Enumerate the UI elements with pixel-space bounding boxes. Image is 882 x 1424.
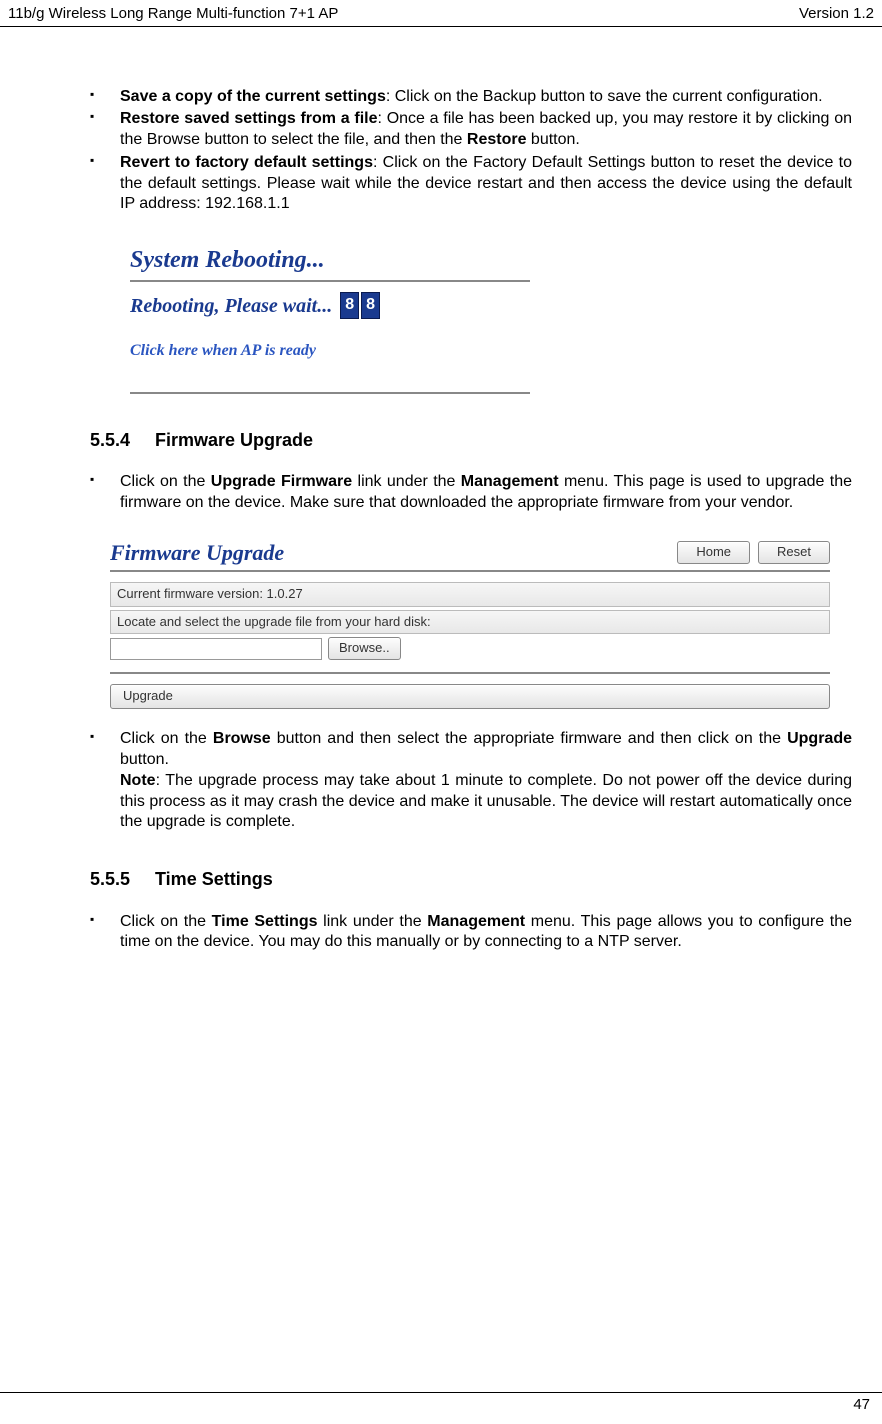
divider xyxy=(110,570,830,572)
upgrade-row: Upgrade xyxy=(110,684,830,709)
section-heading-555: 5.5.5 Time Settings xyxy=(90,868,852,891)
reboot-wait-text: Rebooting, Please wait... xyxy=(130,293,332,319)
bold-text: Upgrade Firmware xyxy=(211,473,352,490)
browse-button[interactable]: Browse.. xyxy=(328,637,401,660)
list-item: Restore saved settings from a file: Once… xyxy=(90,109,852,151)
reset-button[interactable]: Reset xyxy=(758,541,830,564)
bold-text: Restore saved settings from a file xyxy=(120,110,378,127)
header-left: 11b/g Wireless Long Range Multi-function… xyxy=(8,4,338,24)
section-title: Time Settings xyxy=(155,869,273,889)
list-item: Click on the Time Settings link under th… xyxy=(90,912,852,954)
bold-text: Time Settings xyxy=(212,913,318,930)
divider xyxy=(130,280,530,282)
reboot-title: System Rebooting... xyxy=(130,245,530,276)
section-heading-554: 5.5.4 Firmware Upgrade xyxy=(90,429,852,452)
countdown-icon: 8 8 xyxy=(338,292,380,319)
header-right: Version 1.2 xyxy=(799,4,874,24)
body-text: Click on the xyxy=(120,913,212,930)
body-text: Click on the xyxy=(120,730,213,747)
section-title: Firmware Upgrade xyxy=(155,430,313,450)
bold-text: Browse xyxy=(213,730,271,747)
list-item: Revert to factory default settings: Clic… xyxy=(90,153,852,215)
page-number: 47 xyxy=(853,1396,870,1413)
page: 11b/g Wireless Long Range Multi-function… xyxy=(0,0,882,1424)
page-header: 11b/g Wireless Long Range Multi-function… xyxy=(0,0,882,27)
body-text: link under the xyxy=(318,913,428,930)
bullet-list-4: Click on the Time Settings link under th… xyxy=(90,912,852,954)
fw-version-row: Current firmware version: 1.0.27 xyxy=(110,582,830,607)
fw-buttons: Home Reset xyxy=(677,541,830,568)
screenshot-system-rebooting: System Rebooting... Rebooting, Please wa… xyxy=(130,245,530,394)
fw-locate-row: Locate and select the upgrade file from … xyxy=(110,610,830,635)
body-text: button. xyxy=(526,131,579,148)
bold-text: Revert to factory default settings xyxy=(120,154,373,171)
screenshot-firmware-upgrade: Firmware Upgrade Home Reset Current firm… xyxy=(110,539,830,709)
section-number: 5.5.4 xyxy=(90,429,150,452)
home-button[interactable]: Home xyxy=(677,541,750,564)
section-number: 5.5.5 xyxy=(90,868,150,891)
upgrade-button[interactable]: Upgrade xyxy=(110,684,830,709)
countdown-digit: 8 xyxy=(340,292,359,319)
fw-top-row: Firmware Upgrade Home Reset xyxy=(110,539,830,568)
bold-text: Restore xyxy=(467,131,527,148)
page-footer: 47 xyxy=(0,1392,882,1415)
list-item: Click on the Upgrade Firmware link under… xyxy=(90,472,852,514)
body-text: : Click on the Backup button to save the… xyxy=(386,88,823,105)
divider xyxy=(110,672,830,674)
firmware-upgrade-title: Firmware Upgrade xyxy=(110,539,284,568)
body-text: button and then select the appropriate f… xyxy=(271,730,787,747)
body-text: : The upgrade process may take about 1 m… xyxy=(120,772,852,831)
body-text: button. xyxy=(120,751,169,768)
bullet-list-1: Save a copy of the current settings: Cli… xyxy=(90,87,852,216)
body-text: Click on the xyxy=(120,473,211,490)
bold-text: Upgrade xyxy=(787,730,852,747)
file-path-input[interactable] xyxy=(110,638,322,660)
bullet-list-2: Click on the Upgrade Firmware link under… xyxy=(90,472,852,514)
divider xyxy=(130,392,530,394)
list-item: Save a copy of the current settings: Cli… xyxy=(90,87,852,108)
reboot-wait-row: Rebooting, Please wait... 8 8 xyxy=(130,292,530,319)
list-item: Click on the Browse button and then sele… xyxy=(90,729,852,833)
ap-ready-link[interactable]: Click here when AP is ready xyxy=(130,341,530,362)
bullet-list-3: Click on the Browse button and then sele… xyxy=(90,729,852,833)
bold-text: Save a copy of the current settings xyxy=(120,88,386,105)
bold-text: Management xyxy=(461,473,559,490)
content: Save a copy of the current settings: Cli… xyxy=(0,27,882,954)
file-select-row: Browse.. xyxy=(110,637,830,660)
bold-text: Note xyxy=(120,772,156,789)
countdown-digit: 8 xyxy=(361,292,380,319)
bold-text: Management xyxy=(427,913,525,930)
body-text: link under the xyxy=(352,473,461,490)
